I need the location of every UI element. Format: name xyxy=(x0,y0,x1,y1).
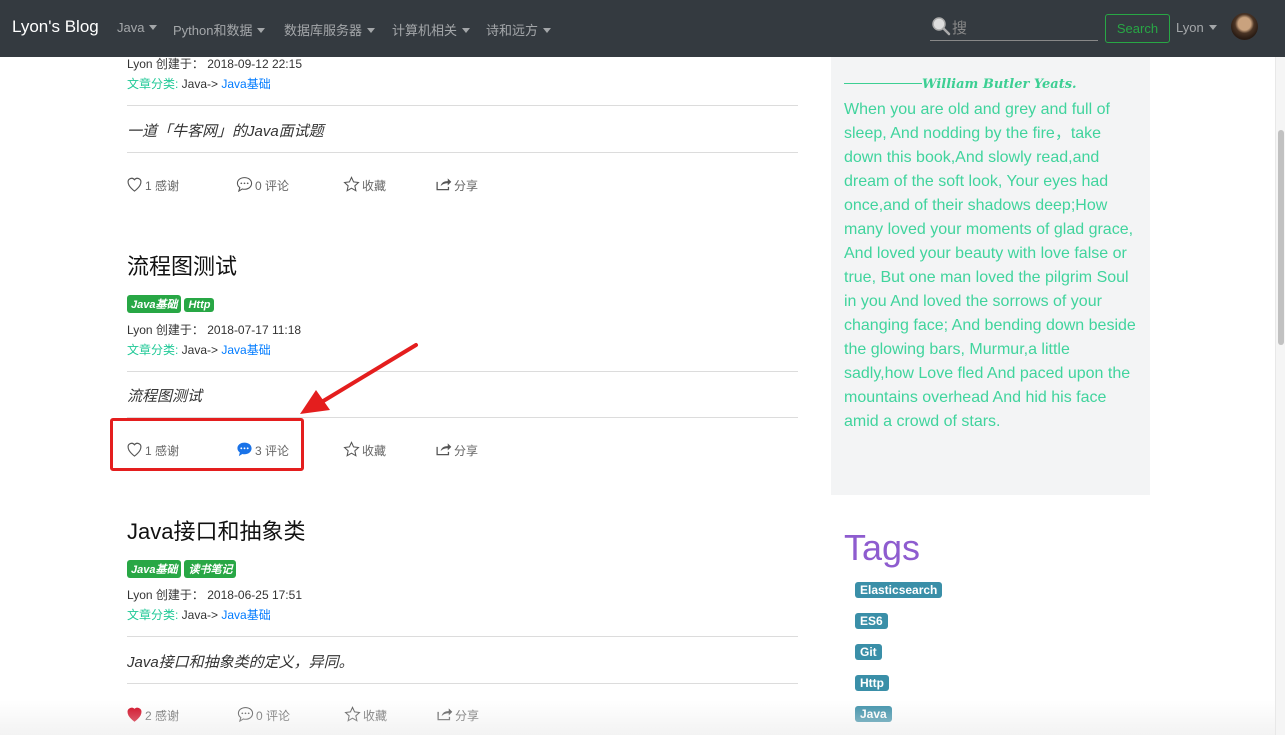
comment-icon xyxy=(236,177,253,193)
share-icon xyxy=(437,708,453,721)
user-menu[interactable]: Lyon xyxy=(1176,20,1217,35)
post-summary[interactable]: 流程图测试 xyxy=(127,385,202,406)
post-tags: Java基础 Http xyxy=(127,295,217,313)
divider xyxy=(127,371,798,372)
post-tags: Java基础 读书笔记 xyxy=(127,560,239,578)
search-button[interactable]: Search xyxy=(1105,14,1170,43)
chevron-down-icon xyxy=(149,25,158,30)
comment-button[interactable]: 0 评论 xyxy=(237,706,290,724)
favorite-button[interactable]: 收藏 xyxy=(343,176,386,194)
top-navbar: Lyon's Blog Java Python和数据 数据库服务器 计算机相关 … xyxy=(0,0,1285,57)
sidebar-tag-es6[interactable]: ES6 xyxy=(855,613,888,629)
bottom-fade xyxy=(0,700,1275,735)
post-summary[interactable]: 一道「牛客网」的Java面试题 xyxy=(127,120,324,141)
favorite-button[interactable]: 收藏 xyxy=(344,706,387,724)
tag-badge[interactable]: Java基础 xyxy=(127,560,182,578)
nav-menu-computer[interactable]: 计算机相关 xyxy=(392,20,471,39)
divider xyxy=(127,683,798,684)
nav-menu-python[interactable]: Python和数据 xyxy=(173,20,266,39)
like-button[interactable]: 2 感谢 xyxy=(126,706,179,724)
favorite-button[interactable]: 收藏 xyxy=(343,441,386,459)
tag-badge[interactable]: Http xyxy=(184,298,215,312)
poem-author: William Butler Yeats. xyxy=(844,77,1077,92)
post-meta: Lyon 创建于： 2018-09-12 22:15 xyxy=(127,57,302,71)
post-title[interactable]: Java接口和抽象类 xyxy=(127,514,305,546)
scrollbar-thumb[interactable] xyxy=(1278,130,1284,345)
divider xyxy=(127,152,798,153)
star-icon xyxy=(344,706,361,722)
share-button[interactable]: 分享 xyxy=(435,441,478,459)
brand-logo[interactable]: Lyon's Blog xyxy=(12,17,99,37)
post-title[interactable]: 流程图测试 xyxy=(127,249,237,281)
share-button[interactable]: 分享 xyxy=(436,706,479,724)
search-icon xyxy=(932,17,951,36)
like-button[interactable]: 1 感谢 xyxy=(126,176,179,194)
avatar[interactable] xyxy=(1231,13,1258,40)
chevron-down-icon xyxy=(367,28,376,33)
sidebar-tag-elasticsearch[interactable]: Elasticsearch xyxy=(855,582,943,598)
heart-icon xyxy=(127,177,142,192)
sidebar-tag-git[interactable]: Git xyxy=(855,644,882,660)
share-button[interactable]: 分享 xyxy=(435,176,478,194)
annotation-arrow-icon xyxy=(300,343,418,414)
post-summary[interactable]: Java接口和抽象类的定义，异同。 xyxy=(127,651,354,672)
tag-badge[interactable]: Java基础 xyxy=(127,295,182,313)
divider xyxy=(127,636,798,637)
post-meta: Lyon 创建于： 2018-06-25 17:51 xyxy=(127,588,302,602)
tags-heading: Tags xyxy=(844,527,921,568)
nav-menu-database[interactable]: 数据库服务器 xyxy=(284,20,376,39)
heart-icon xyxy=(127,707,142,722)
category-link[interactable]: Java基础 xyxy=(221,343,270,357)
poem-text: When you are old and grey and full of sl… xyxy=(844,101,1136,430)
author-dash xyxy=(844,83,922,84)
tag-badge[interactable]: 读书笔记 xyxy=(184,560,237,578)
post-category: 文章分类: Java-> Java基础 xyxy=(127,77,271,91)
category-link[interactable]: Java基础 xyxy=(221,608,270,622)
search-input[interactable] xyxy=(952,18,1096,38)
share-icon xyxy=(436,443,452,456)
star-icon xyxy=(343,176,360,192)
sidebar-tag-java[interactable]: Java xyxy=(855,706,892,722)
chevron-down-icon xyxy=(1208,25,1217,30)
chevron-down-icon xyxy=(462,28,471,33)
post-category: 文章分类: Java-> Java基础 xyxy=(127,343,271,357)
category-link[interactable]: Java基础 xyxy=(221,77,270,91)
post-meta: Lyon 创建于： 2018-07-17 11:18 xyxy=(127,323,302,337)
comment-icon xyxy=(237,707,254,723)
post-category: 文章分类: Java-> Java基础 xyxy=(127,608,271,622)
chevron-down-icon xyxy=(257,28,266,33)
highlight-box xyxy=(110,418,304,471)
chevron-down-icon xyxy=(543,28,552,33)
sidebar-tag-http[interactable]: Http xyxy=(855,675,889,691)
nav-menu-java[interactable]: Java xyxy=(117,20,158,35)
share-icon xyxy=(436,178,452,191)
comment-button[interactable]: 0 评论 xyxy=(236,176,289,194)
star-icon xyxy=(343,441,360,457)
divider xyxy=(127,105,798,106)
page-scrollbar[interactable] xyxy=(1275,57,1285,735)
nav-menu-poetry[interactable]: 诗和远方 xyxy=(486,20,552,39)
